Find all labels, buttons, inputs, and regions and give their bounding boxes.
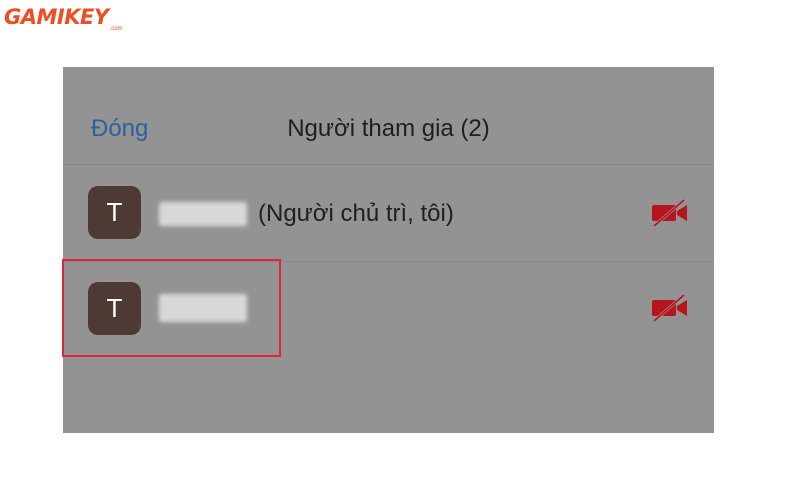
logo-text: GAMIKEY [4,5,109,29]
panel-header: Đóng Người tham gia (2) [63,67,714,164]
participants-panel: Đóng Người tham gia (2) T (Người chủ trì… [63,67,714,433]
highlight-box [62,259,281,357]
video-off-icon[interactable] [650,293,690,323]
avatar: T [88,186,141,239]
panel-title: Người tham gia (2) [287,115,490,142]
gamikey-logo: GAMIKEY .com [4,4,123,34]
participant-role-label: (Người chủ trì, tôi) [258,200,454,227]
video-off-icon[interactable] [650,198,690,228]
participant-row[interactable]: T (Người chủ trì, tôi) [63,165,714,261]
blurred-name [159,202,247,226]
logo-suffix: .com [109,26,123,32]
